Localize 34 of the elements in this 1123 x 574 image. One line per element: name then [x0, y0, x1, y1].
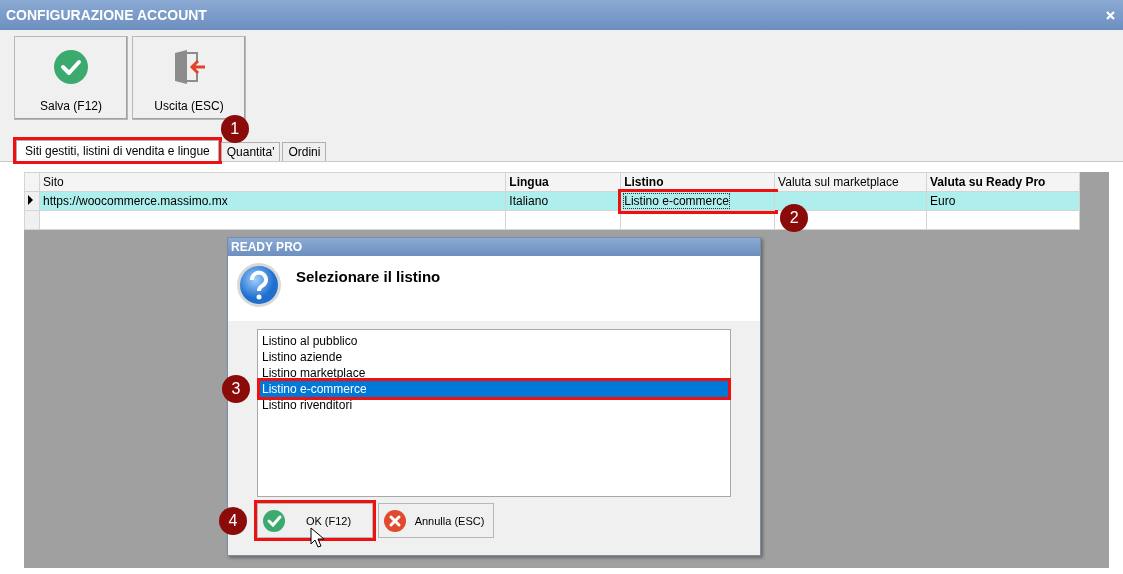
check-icon [53, 49, 89, 85]
step-number-badge: 2 [780, 204, 809, 232]
table-cell: https://woocommerce.massimo.mx [43, 194, 228, 208]
step-number-badge: 3 [222, 375, 250, 403]
mouse-pointer-icon [310, 527, 326, 549]
check-icon [263, 509, 285, 532]
table-cell: Listino e-commerce [624, 194, 729, 208]
save-button[interactable]: Salva (F12) [14, 36, 128, 120]
list-item[interactable]: Listino marketplace [260, 365, 728, 381]
tab[interactable]: Ordini [282, 142, 327, 161]
list-item[interactable]: Listino al pubblico [260, 333, 728, 349]
cancel-button[interactable]: Annulla (ESC) [378, 503, 494, 538]
step-number-badge: 1 [220, 115, 249, 143]
tab[interactable]: Siti gestiti, listini di vendita e lingue [16, 140, 219, 161]
list-item[interactable]: Listino aziende [260, 349, 728, 365]
table-cell: Euro [930, 194, 956, 208]
column-header: Sito [39, 172, 506, 192]
column-header: Valuta sul marketplace [774, 172, 927, 192]
window-title: CONFIGURAZIONE ACCOUNT [6, 7, 207, 23]
current-row-icon [28, 195, 33, 205]
dialog-title: READY PRO [231, 240, 303, 254]
ok-button[interactable]: OK (F12) [257, 503, 373, 538]
dialog-heading: Selezionare il listino [296, 267, 441, 287]
exit-button[interactable]: Uscita (ESC) [132, 36, 246, 120]
tab[interactable]: Quantita' [220, 142, 281, 161]
close-icon[interactable] [1106, 10, 1115, 20]
column-header: Lingua [505, 172, 621, 192]
question-icon [236, 262, 282, 308]
column-header: Valuta su Ready Pro [926, 172, 1080, 192]
table-cell: Italiano [509, 194, 549, 208]
list-item[interactable]: Listino rivenditori [260, 397, 728, 413]
list-item[interactable]: Listino e-commerce [260, 381, 728, 397]
cancel-icon [384, 509, 406, 532]
step-number-badge: 4 [219, 506, 247, 535]
